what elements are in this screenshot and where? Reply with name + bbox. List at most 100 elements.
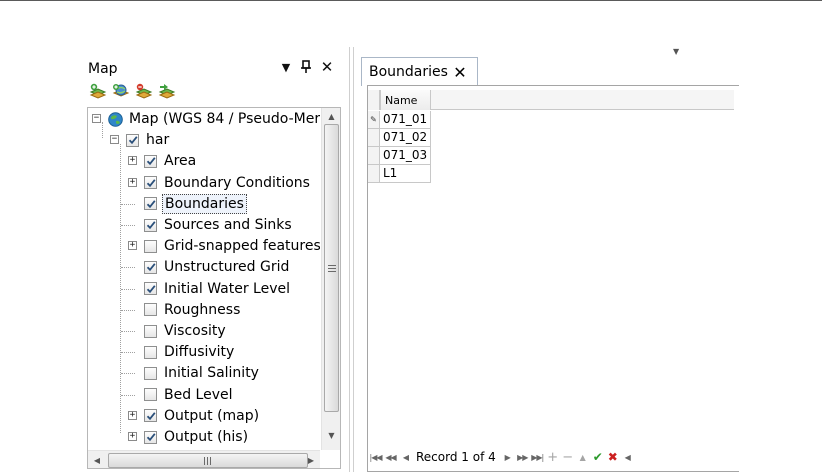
checkbox-unchecked[interactable] [144,366,157,380]
name-cell[interactable]: 071_01 [380,111,431,129]
table-row[interactable]: L1 [368,165,432,183]
tree-item-har[interactable]: har [126,130,171,150]
panel-splitter[interactable] [349,47,354,472]
collapse-icon[interactable]: − [110,135,119,145]
grid-corner-cell[interactable] [368,90,380,110]
checkbox-checked[interactable] [144,176,157,190]
checkbox-checked[interactable] [144,154,157,168]
row-header[interactable] [368,147,380,165]
tree-item-roughness[interactable]: Roughness [144,300,242,320]
tab-boundaries-label: Boundaries [369,64,448,80]
expand-icon[interactable]: + [128,156,137,166]
tree-item-label: Boundary Conditions [164,174,310,191]
scroll-left-arrow-icon[interactable]: ◀ [88,452,106,468]
tree-item-grid-snapped-features[interactable]: Grid-snapped features [144,236,320,256]
tree-item-map-wgs-84-pseudo-merc[interactable]: Map (WGS 84 / Pseudo-Merc [108,109,320,129]
expand-icon[interactable]: + [128,241,137,251]
checkbox-unchecked[interactable] [144,239,157,253]
end-edit-icon[interactable]: ✔ [590,449,605,465]
vertical-scrollbar[interactable]: ▲ ▼ [321,108,340,450]
pin-icon[interactable] [297,58,315,76]
checkbox-unchecked[interactable] [144,388,157,402]
tree-item-bed-level[interactable]: Bed Level [144,385,235,405]
add-layer-icon[interactable] [89,83,107,100]
vertical-scroll-thumb[interactable] [324,124,339,412]
table-row[interactable]: 071_03 [368,147,432,165]
tree-item-area[interactable]: Area [144,151,198,171]
scroll-left-icon[interactable]: ◀ [620,449,635,465]
tree-item-label: Viscosity [164,323,226,339]
tab-close-icon[interactable]: ✕ [451,63,469,82]
tree-item-output-map[interactable]: Output (map) [144,406,261,426]
row-header[interactable] [368,129,380,147]
tree-item-boundaries[interactable]: Boundaries [144,193,247,214]
row-edit-indicator-icon[interactable]: ✎ [368,111,380,129]
tree-item-unstructured-grid[interactable]: Unstructured Grid [144,257,291,277]
add-record-icon[interactable]: + [545,449,560,465]
expand-icon[interactable]: + [128,410,137,420]
tree-item-viscosity[interactable]: Viscosity [144,321,228,341]
record-position-text: Record 1 of 4 [416,450,496,464]
scroll-up-arrow-icon[interactable]: ▲ [322,108,340,124]
tree-item-diffusivity[interactable]: Diffusivity [144,342,236,362]
dropdown-arrow-icon[interactable]: ▼ [277,58,295,76]
checkbox-checked[interactable] [126,133,139,147]
table-row[interactable]: ✎ 071_01 [368,111,432,129]
horizontal-scrollbar[interactable]: ◀ ▶ [88,450,320,468]
tree-item-initial-water-level[interactable]: Initial Water Level [144,279,292,299]
checkbox-checked[interactable] [144,282,157,296]
tree-item-label: Sources and Sinks [164,217,292,233]
previous-record-icon[interactable]: ◀ [398,449,413,465]
name-cell[interactable]: L1 [380,165,431,183]
next-record-icon[interactable]: ▶ [500,449,515,465]
expand-icon[interactable]: + [128,177,137,187]
cancel-edit-icon[interactable]: ✖ [605,449,620,465]
checkbox-unchecked[interactable] [144,345,157,359]
delete-record-icon[interactable]: − [560,449,575,465]
boundaries-panel: ▼ Boundaries ✕ Name ✎ 071_01 071_02 071_03 L… [361,47,739,472]
scroll-down-arrow-icon[interactable]: ▼ [322,427,340,443]
next-page-icon[interactable]: ▶▶ [515,449,530,465]
close-icon[interactable]: ✕ [318,58,336,76]
tree-item-label: Output (map) [164,407,260,424]
tab-overflow-icon[interactable]: ▼ [673,47,679,56]
tree-item-sources-and-sinks[interactable]: Sources and Sinks [144,215,294,235]
checkbox-unchecked[interactable] [144,303,157,317]
tree-item-boundary-conditions[interactable]: Boundary Conditions [144,173,312,193]
expand-icon[interactable]: + [128,432,137,441]
name-cell[interactable]: 071_03 [380,147,431,165]
globe-icon [108,111,123,127]
previous-page-icon[interactable]: ◀◀ [383,449,398,465]
edit-record-icon[interactable]: ▲ [575,449,590,465]
remove-layer-icon[interactable] [135,83,153,100]
add-wms-layer-icon[interactable] [112,83,130,100]
checkbox-checked[interactable] [144,218,157,232]
grid-header-row: Name [368,90,734,110]
tree-item-initial-salinity[interactable]: Initial Salinity [144,363,261,383]
checkbox-checked[interactable] [144,197,157,211]
checkbox-checked[interactable] [144,430,157,444]
row-header[interactable] [368,165,380,183]
checkbox-checked[interactable] [144,260,157,274]
checkbox-checked[interactable] [144,409,157,423]
tree-item-label: Bed Level [164,386,233,403]
table-row[interactable]: 071_02 [368,129,432,147]
checkbox-unchecked[interactable] [144,324,157,338]
record-navigator: |◀◀ ◀◀ ◀ Record 1 of 4 ▶ ▶▶ ▶▶| + − ▲ ✔ … [368,443,740,471]
collapse-icon[interactable]: − [92,114,101,123]
map-panel: Map ▼ ✕ − Map (WGS 84 / Pseudo-Merc − har + A… [83,55,345,472]
tree-item-label: Diffusivity [164,344,235,361]
scroll-right-arrow-icon[interactable]: ▶ [302,452,320,468]
name-cell[interactable]: 071_02 [380,129,431,147]
map-toolbar [89,83,176,101]
tree-item-output-his[interactable]: Output (his) [144,427,250,447]
first-record-icon[interactable]: |◀◀ [368,449,383,465]
tree-item-label: Area [164,153,197,170]
tab-boundaries[interactable]: Boundaries ✕ [361,57,478,86]
tree-item-label: Unstructured Grid [164,259,290,276]
last-record-icon[interactable]: ▶▶| [530,449,545,465]
horizontal-scroll-thumb[interactable] [108,453,308,468]
move-layer-icon[interactable] [158,83,176,100]
column-header-name[interactable]: Name [380,90,431,110]
tree-item-label: har [146,132,170,149]
